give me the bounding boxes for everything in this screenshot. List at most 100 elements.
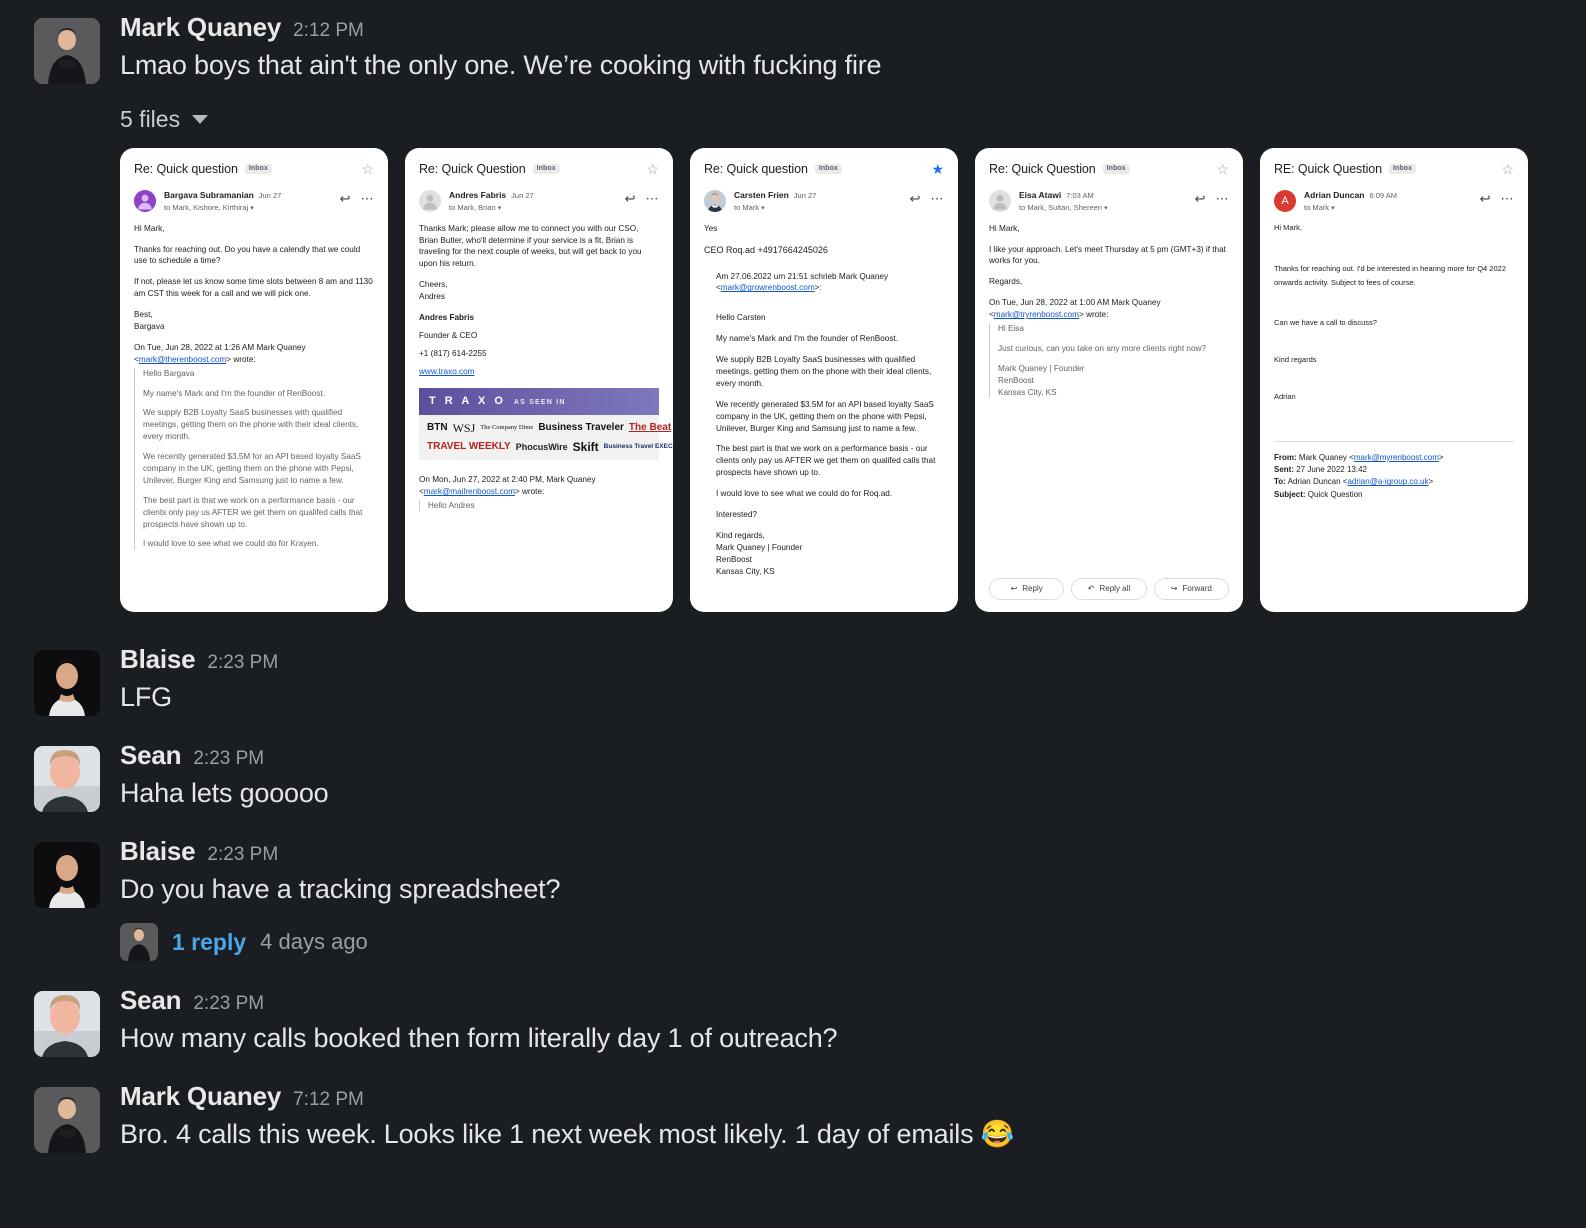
star-icon[interactable]: ☆ — [361, 162, 374, 176]
star-icon[interactable]: ☆ — [1216, 162, 1229, 176]
reply-button-label: Reply — [1022, 584, 1043, 594]
slack-channel-messages: Mark Quaney 2:12 PM Lmao boys that ain't… — [0, 0, 1586, 1228]
star-icon[interactable]: ★ — [931, 162, 944, 176]
email-recipients[interactable]: to Mark ▾ — [734, 203, 902, 212]
email-card[interactable]: Re: Quick question Inbox ☆ Bargava Subra… — [120, 147, 388, 612]
more-options-icon[interactable]: ⋯ — [931, 192, 945, 205]
quote-sender-email-link[interactable]: mark@tryrenboost.com — [994, 310, 1079, 319]
message-header: Blaise 2:23 PM — [120, 646, 1586, 672]
message-author[interactable]: Blaise — [120, 646, 196, 672]
avatar-sean-icon — [34, 991, 100, 1058]
message-author[interactable]: Sean — [120, 742, 182, 768]
inbox-chip: Inbox — [244, 163, 272, 174]
chevron-down-icon — [192, 114, 209, 124]
message-timestamp[interactable]: 7:12 PM — [293, 1090, 364, 1109]
from-value: Mark Quaney < — [1298, 452, 1354, 462]
avatar-mark-quaney-icon — [34, 1087, 100, 1154]
message-body-text: Bro. 4 calls this week. Looks like 1 nex… — [120, 1119, 981, 1150]
message-author[interactable]: Mark Quaney — [120, 14, 281, 40]
email-card[interactable]: RE: Quick Question Inbox ☆ A Adrian Dunc… — [1260, 147, 1528, 612]
quote-paragraph: Hi Eisa — [998, 323, 1024, 333]
sender-avatar-icon — [704, 189, 726, 212]
email-recipients[interactable]: to Mark, Kishore, Kirthiraj ▾ — [164, 203, 332, 212]
quote-sender-email-link[interactable]: mark@growrenboost.com — [721, 283, 815, 292]
message-mark-quaney-files: Mark Quaney 2:12 PM Lmao boys that ain't… — [0, 0, 1586, 612]
reply-all-button-label: Reply all — [1099, 584, 1131, 594]
reply-icon[interactable]: ↩ — [910, 192, 921, 205]
files-toggle[interactable]: 5 files — [120, 106, 1586, 133]
forwarded-headers: From: Mark Quaney <mark@myrenboost.com> … — [1274, 452, 1514, 502]
forward-icon: ↪ — [1170, 584, 1178, 594]
message-mark-quaney-calls: Mark Quaney 7:12 PM Bro. 4 calls this we… — [0, 1083, 1586, 1154]
email-body: Hi Mark, I like your approach. Let's mee… — [989, 223, 1229, 399]
reply-icon[interactable]: ↩ — [340, 192, 351, 205]
message-timestamp[interactable]: 2:23 PM — [207, 653, 278, 672]
email-subject-row: RE: Quick Question Inbox ☆ — [1274, 162, 1514, 176]
chevron-down-icon: ▾ — [1331, 204, 1335, 212]
star-icon[interactable]: ☆ — [646, 162, 659, 176]
signature-website-link[interactable]: www.traxo.com — [419, 367, 475, 376]
avatar[interactable] — [34, 649, 100, 716]
reply-button[interactable]: ↩ Reply — [989, 577, 1065, 600]
sent-value: 27 June 2022 13:42 — [1296, 465, 1367, 475]
to-email-link[interactable]: adrian@a-igroup.co.uk — [1347, 477, 1428, 486]
quote-paragraph: Hello Carsten — [716, 313, 766, 323]
message-timestamp[interactable]: 2:23 PM — [207, 845, 278, 864]
quote-paragraph: Kansas City, KS — [716, 566, 775, 576]
avatar[interactable] — [34, 745, 100, 812]
avatar[interactable] — [34, 841, 100, 908]
email-subject-row: Re: Quick question Inbox ★ — [704, 162, 944, 176]
star-icon[interactable]: ☆ — [1501, 162, 1514, 176]
message-timestamp[interactable]: 2:23 PM — [193, 749, 264, 768]
quote-sender-email-link[interactable]: mark@mailrenboost.com — [424, 487, 515, 496]
chevron-down-icon: ▾ — [250, 204, 254, 212]
subject-label: Subject: — [1274, 489, 1306, 499]
email-recipients[interactable]: to Mark, Sultan, Shereen ▾ — [1019, 203, 1187, 212]
joy-emoji-icon: 😂 — [980, 1119, 1015, 1150]
message-sean-haha: Sean 2:23 PM Haha lets gooooo — [0, 742, 1586, 812]
email-card[interactable]: Re: Quick Question Inbox ☆ Eisa Atawi 7:… — [975, 147, 1243, 612]
reply-icon[interactable]: ↩ — [1195, 192, 1206, 205]
email-recipients[interactable]: to Mark ▾ — [1304, 203, 1472, 212]
email-subject: Re: Quick question — [134, 161, 238, 176]
reply-icon[interactable]: ↩ — [625, 192, 636, 205]
more-options-icon[interactable]: ⋯ — [1216, 192, 1230, 205]
reply-all-button[interactable]: ↶ Reply all — [1071, 577, 1147, 600]
chevron-down-icon: ▾ — [497, 204, 502, 212]
message-header: Mark Quaney 2:12 PM — [120, 14, 1586, 40]
email-card[interactable]: Re: Quick Question Inbox ☆ Andres Fabris… — [405, 147, 673, 612]
message-timestamp[interactable]: 2:12 PM — [293, 21, 364, 40]
quote-sender-email-link[interactable]: mark@therenboost.com — [139, 355, 227, 364]
email-paragraph: Hi Mark, — [1274, 222, 1302, 232]
thread-reply-count[interactable]: 1 reply — [172, 929, 246, 956]
signature-phone: +1 (817) 614-2255 — [419, 348, 487, 358]
reply-icon[interactable]: ↩ — [1480, 192, 1491, 205]
more-options-icon[interactable]: ⋯ — [646, 192, 660, 205]
email-recipients[interactable]: to Mark, Brian ▾ — [449, 203, 617, 212]
message-author[interactable]: Mark Quaney — [120, 1083, 281, 1109]
avatar[interactable] — [34, 18, 100, 84]
email-paragraph: Yes — [704, 223, 718, 233]
avatar[interactable] — [34, 1087, 100, 1154]
signature-name: Andres Fabris — [419, 312, 475, 322]
avatar[interactable] — [34, 991, 100, 1058]
email-card[interactable]: Re: Quick question Inbox ★ Carsten Frien… — [690, 147, 958, 612]
from-email-link[interactable]: mark@myrenboost.com — [1354, 453, 1439, 462]
quote-paragraph: Mark Quaney | Founder — [998, 363, 1085, 373]
sender-name: Andres Fabris — [449, 189, 507, 200]
email-paragraph: Best, — [134, 310, 153, 320]
more-options-icon[interactable]: ⋯ — [1501, 192, 1515, 205]
recipients-text: to Mark, Sultan, Shereen — [1019, 202, 1102, 212]
from-end: > — [1438, 452, 1444, 462]
forward-button[interactable]: ↪ Forward — [1153, 577, 1229, 600]
sender-name: Carsten Frien — [734, 189, 789, 200]
logo-business-traveler: Business Traveler — [538, 422, 624, 434]
message-author[interactable]: Blaise — [120, 838, 196, 864]
thread-reply-bar[interactable]: 1 reply 4 days ago — [120, 923, 1586, 962]
message-author[interactable]: Sean — [120, 987, 182, 1013]
inbox-chip: Inbox — [1102, 163, 1130, 174]
email-sender-row: Bargava Subramanian Jun 27 to Mark, Kish… — [134, 189, 375, 212]
more-options-icon[interactable]: ⋯ — [361, 192, 375, 205]
message-timestamp[interactable]: 2:23 PM — [193, 994, 264, 1013]
quote-intro: On Mon, Jun 27, 2022 at 2:40 PM, Mark Qu… — [419, 475, 596, 485]
